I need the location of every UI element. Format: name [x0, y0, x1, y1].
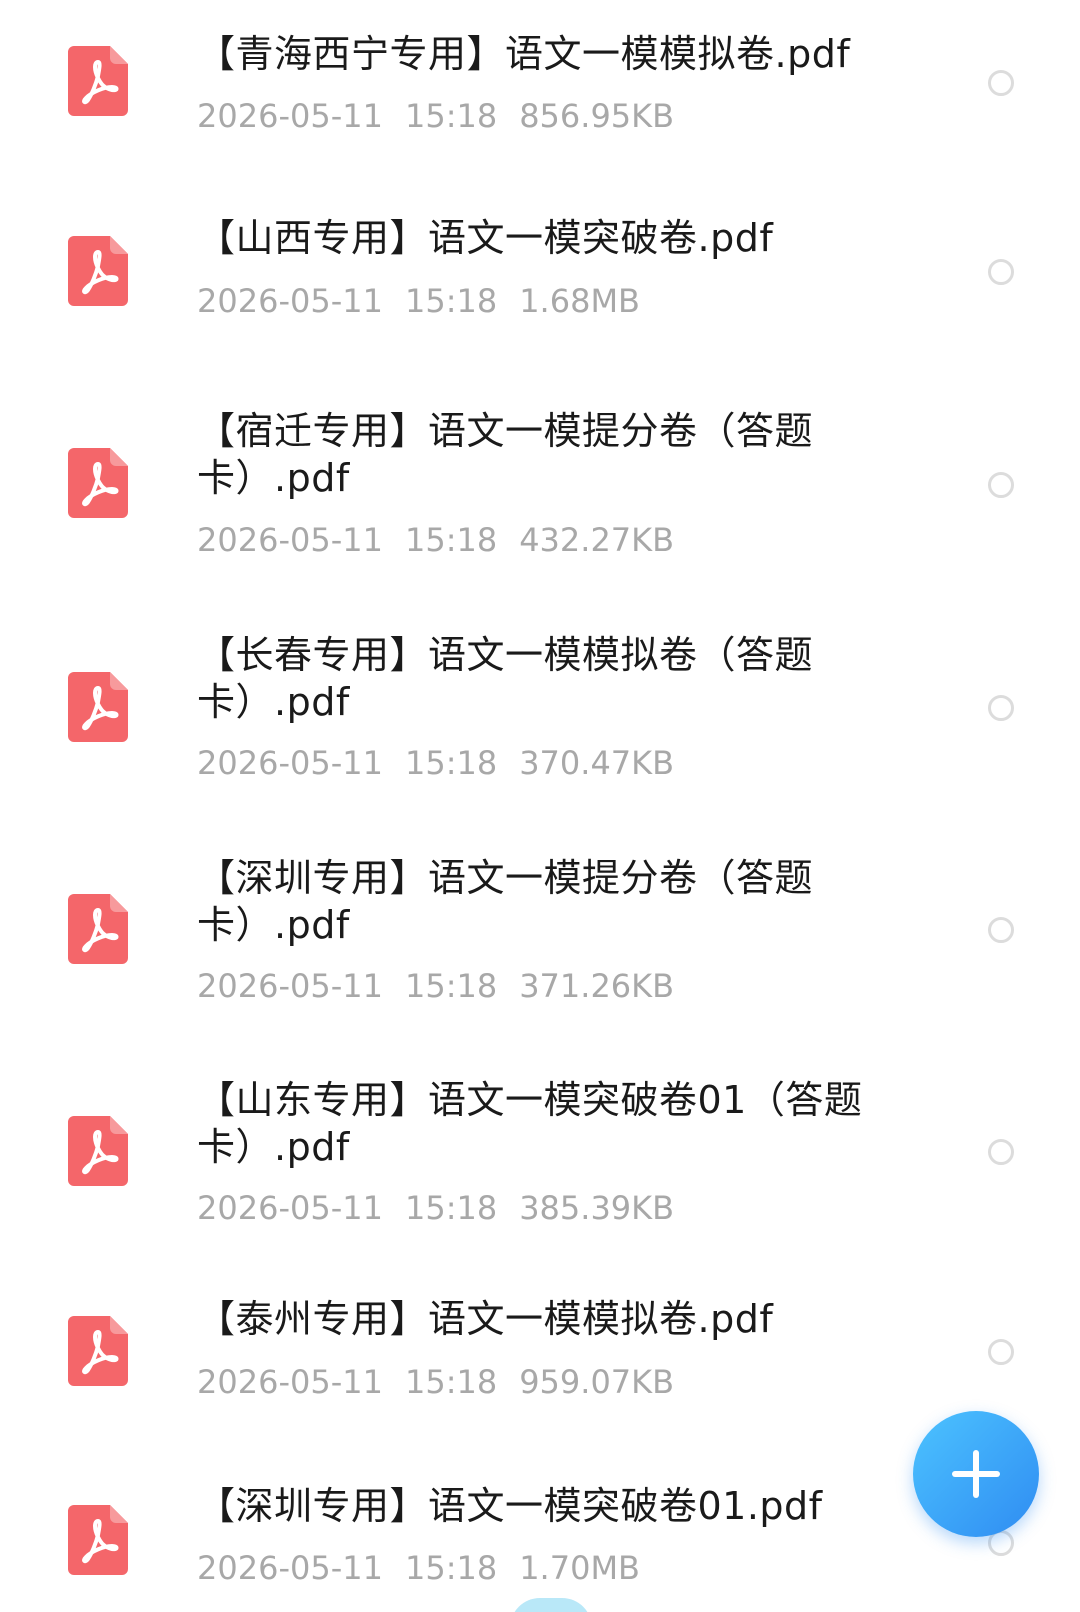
select-radio-icon[interactable]	[988, 1139, 1014, 1165]
file-meta: 2026-05-11 15:18 371.26KB	[197, 966, 674, 1006]
file-size: 385.39KB	[519, 1189, 675, 1227]
file-time: 15:18	[404, 1549, 498, 1587]
file-size: 432.27KB	[519, 521, 675, 559]
file-time: 15:18	[404, 1189, 498, 1227]
file-time: 15:18	[404, 97, 498, 135]
file-row[interactable]: 【青海西宁专用】语文一模模拟卷.pdf 2026-05-11 15:18 856.9…	[0, 0, 1080, 185]
file-date: 2026-05-11	[197, 1549, 383, 1587]
file-name: 【山东专用】语文一模突破卷01（答题卡）.pdf	[197, 1078, 863, 1169]
file-size: 959.07KB	[519, 1363, 675, 1401]
file-meta: 2026-05-11 15:18 856.95KB	[197, 96, 674, 136]
file-time: 15:18	[404, 521, 498, 559]
pdf-file-icon	[68, 236, 128, 306]
file-name: 【青海西宁专用】语文一模模拟卷.pdf	[197, 32, 851, 76]
pdf-file-icon	[68, 1116, 128, 1186]
file-meta: 2026-05-11 15:18 1.68MB	[197, 281, 640, 321]
pdf-file-icon	[68, 894, 128, 964]
file-date: 2026-05-11	[197, 967, 383, 1005]
pdf-file-icon	[68, 46, 128, 116]
file-meta: 2026-05-11 15:18 1.70MB	[197, 1548, 640, 1588]
file-row[interactable]: 【山西专用】语文一模突破卷.pdf 2026-05-11 15:18 1.68MB	[0, 185, 1080, 375]
file-name: 【宿迁专用】语文一模提分卷（答题卡）.pdf	[197, 409, 814, 500]
pdf-file-icon	[68, 672, 128, 742]
file-meta: 2026-05-11 15:18 959.07KB	[197, 1362, 674, 1402]
file-name: 【长春专用】语文一模模拟卷（答题卡）.pdf	[197, 633, 814, 724]
select-radio-icon[interactable]	[988, 70, 1014, 96]
select-radio-icon[interactable]	[988, 917, 1014, 943]
file-date: 2026-05-11	[197, 1363, 383, 1401]
select-radio-icon[interactable]	[988, 259, 1014, 285]
file-size: 1.68MB	[519, 282, 640, 320]
file-time: 15:18	[404, 967, 498, 1005]
file-size: 370.47KB	[519, 744, 675, 782]
file-name: 【山西专用】语文一模突破卷.pdf	[197, 216, 774, 260]
file-time: 15:18	[404, 1363, 498, 1401]
select-radio-icon[interactable]	[988, 1339, 1014, 1365]
file-meta: 2026-05-11 15:18 370.47KB	[197, 743, 674, 783]
file-date: 2026-05-11	[197, 521, 383, 559]
select-radio-icon[interactable]	[988, 472, 1014, 498]
select-radio-icon[interactable]	[988, 695, 1014, 721]
pdf-file-icon	[68, 1505, 128, 1575]
file-list: 【青海西宁专用】语文一模模拟卷.pdf 2026-05-11 15:18 856.9…	[0, 0, 1080, 1612]
file-date: 2026-05-11	[197, 1189, 383, 1227]
file-size: 856.95KB	[519, 97, 675, 135]
file-name: 【泰州专用】语文一模模拟卷.pdf	[197, 1297, 774, 1341]
pdf-file-icon	[68, 448, 128, 518]
file-row[interactable]: 【宿迁专用】语文一模提分卷（答题卡）.pdf 2026-05-11 15:18 43…	[0, 375, 1080, 600]
file-date: 2026-05-11	[197, 744, 383, 782]
pdf-file-icon	[68, 1316, 128, 1386]
file-row[interactable]: 【深圳专用】语文一模提分卷（答题卡）.pdf 2026-05-11 15:18 37…	[0, 822, 1080, 1044]
file-meta: 2026-05-11 15:18 432.27KB	[197, 520, 674, 560]
file-manager-screen: 【青海西宁专用】语文一模模拟卷.pdf 2026-05-11 15:18 856.9…	[0, 0, 1080, 1612]
file-name: 【深圳专用】语文一模突破卷01.pdf	[197, 1484, 823, 1528]
plus-icon	[952, 1450, 1000, 1498]
file-name: 【深圳专用】语文一模提分卷（答题卡）.pdf	[197, 856, 814, 947]
file-size: 1.70MB	[519, 1549, 640, 1587]
file-time: 15:18	[404, 744, 498, 782]
add-button[interactable]	[913, 1411, 1039, 1537]
file-row[interactable]: 【山东专用】语文一模突破卷01（答题卡）.pdf 2026-05-11 15:18…	[0, 1044, 1080, 1266]
file-date: 2026-05-11	[197, 97, 383, 135]
file-row[interactable]: 【泰州专用】语文一模模拟卷.pdf 2026-05-11 15:18 959.07K…	[0, 1266, 1080, 1451]
file-size: 371.26KB	[519, 967, 675, 1005]
file-meta: 2026-05-11 15:18 385.39KB	[197, 1188, 674, 1228]
file-row[interactable]: 【长春专用】语文一模模拟卷（答题卡）.pdf 2026-05-11 15:18 37…	[0, 600, 1080, 822]
file-time: 15:18	[404, 282, 498, 320]
file-date: 2026-05-11	[197, 282, 383, 320]
